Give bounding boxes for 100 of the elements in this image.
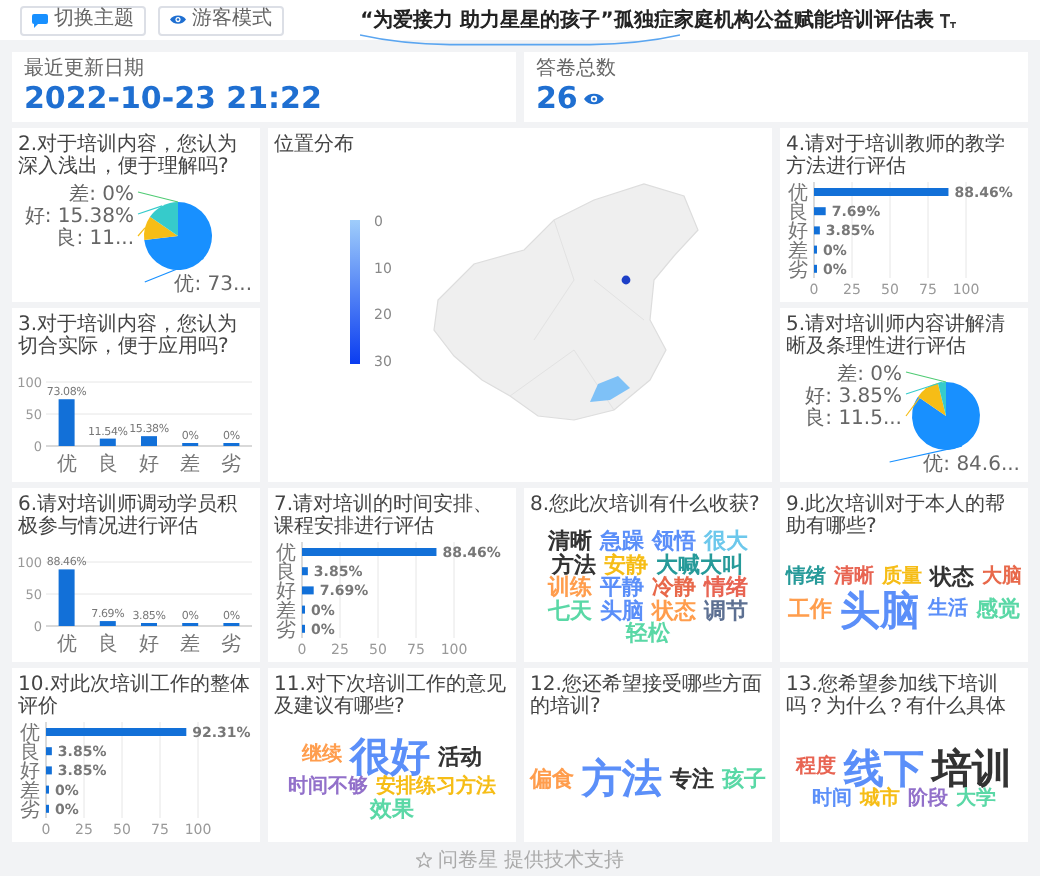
cloud-word: 大脑 xyxy=(982,567,1022,589)
cloud-word: 时间 xyxy=(812,789,852,811)
chart-title: 位置分布 xyxy=(274,134,354,156)
value-label: 良: 11... xyxy=(56,228,134,250)
cloud-word: 状态 xyxy=(930,566,974,590)
bar xyxy=(46,728,187,736)
chart-title: 5.请对培训师内容讲解清晰及条理性进行评估 xyxy=(786,314,1008,358)
axis-label: 劣 xyxy=(788,259,808,282)
cloud-word: 大学 xyxy=(956,789,996,811)
cloud-word: 训练 xyxy=(548,576,592,600)
stat-label: 最近更新日期 xyxy=(24,58,144,80)
axis-label: 劣 xyxy=(221,454,242,476)
bar xyxy=(302,586,314,595)
axis-label: 好 xyxy=(276,581,296,604)
cloud-word: 阶段 xyxy=(908,789,948,811)
axis-label: 劣 xyxy=(276,619,296,642)
bar xyxy=(46,766,52,775)
bar xyxy=(302,548,437,556)
axis-label: 劣 xyxy=(20,799,40,822)
axis-label: 好 xyxy=(20,761,40,784)
bubble-icon xyxy=(32,13,48,27)
value-label: 良: 11.5... xyxy=(805,408,902,430)
value-label: 差: 0% xyxy=(69,184,134,206)
legend-gradient-bar xyxy=(350,220,360,364)
axis-label: 良 xyxy=(97,454,118,476)
cloud-word: 很好 xyxy=(350,735,430,778)
cloud-word: 情绪 xyxy=(786,567,826,589)
cloud-word: 继续 xyxy=(302,746,342,768)
cloud-word: 头脑 xyxy=(840,589,920,632)
toolbar-button[interactable]: 切换主题 xyxy=(20,5,146,35)
stat-value: 2022-10-23 21:22 xyxy=(24,82,322,116)
cloud-word: 状态 xyxy=(652,599,696,623)
eye-icon xyxy=(583,92,604,106)
cloud-word: 调节 xyxy=(704,599,748,623)
cloud-word: 线下 xyxy=(844,747,924,790)
value-label: 好: 3.85% xyxy=(805,386,902,408)
star-icon xyxy=(415,852,432,868)
axis-line xyxy=(301,542,303,639)
bar xyxy=(58,399,75,446)
chart-title: 9.此次培训对于本人的帮助有哪些? xyxy=(786,494,1008,538)
cloud-word: 活动 xyxy=(438,745,482,769)
value-label: 优: 84.6... xyxy=(923,454,1020,476)
cloud-word: 轻松 xyxy=(626,622,670,646)
bar xyxy=(141,436,157,446)
axis-label: 优 xyxy=(20,723,40,745)
chart-title: 6.请对培训师调动学员积极参与情况进行评估 xyxy=(18,494,240,538)
axis-label: 好 xyxy=(788,221,808,244)
cloud-word: 感觉 xyxy=(976,598,1020,623)
cloud-word: 领悟 xyxy=(652,530,696,554)
cloud-word: 安静 xyxy=(604,553,648,577)
cloud-word: 效果 xyxy=(370,798,414,823)
toolbar-button[interactable]: 游客模式 xyxy=(158,5,284,35)
chart-title: 8.您此次培训有什么收获? xyxy=(530,494,760,516)
cloud-word: 生活 xyxy=(928,600,968,622)
axis-label: 优 xyxy=(56,634,77,656)
chart-title: 13.您希望参加线下培训吗？为什么？有什么具体 xyxy=(786,674,1008,718)
axis-label: 好 xyxy=(139,634,159,656)
leader-line xyxy=(137,227,146,237)
chart-title: 12.您还希望接受哪些方面的培训? xyxy=(530,674,764,718)
cloud-word: 情绪 xyxy=(704,576,748,600)
axis-label: 好 xyxy=(139,454,159,476)
value-label: 差: 0% xyxy=(837,364,902,386)
cloud-word: 方法 xyxy=(582,758,662,800)
footer-text: 问卷星 提供技术支持 xyxy=(437,849,625,871)
chart-title: 3.对于培训内容，您认为切合实际，便于应用吗? xyxy=(18,314,240,358)
axis-label: 优 xyxy=(788,183,808,205)
cloud-word: 程度 xyxy=(796,758,836,779)
cloud-word: 清晰 xyxy=(834,567,874,589)
chart-title: 11.对下次培训工作的意见及建议有哪些? xyxy=(274,674,508,718)
stat-value: 26 xyxy=(536,82,578,116)
bar xyxy=(814,188,949,196)
cloud-word: 很大 xyxy=(704,530,748,554)
chart-title: 7.请对培训的时间安排、课程安排进行评估 xyxy=(274,494,496,538)
cloud-word: 专注 xyxy=(670,767,714,791)
bar xyxy=(99,438,116,446)
chart-title: 2.对于培训内容，您认为深入浅出，便于理解吗? xyxy=(18,134,240,178)
cloud-word: 时间不够 xyxy=(288,777,368,799)
cloud-word: 孩子 xyxy=(722,767,766,791)
stat-label: 答卷总数 xyxy=(536,58,616,80)
cloud-word: 安排练习方法 xyxy=(376,777,496,798)
cloud-word: 平静 xyxy=(600,576,644,600)
cloud-word: 工作 xyxy=(788,598,832,623)
cloud-word: 头脑 xyxy=(600,599,644,623)
cloud-word: 急躁 xyxy=(600,530,644,554)
bar xyxy=(99,621,116,626)
cloud-word: 偏食 xyxy=(530,767,574,791)
axis-label: 优 xyxy=(56,454,77,476)
cloud-word: 城市 xyxy=(860,789,900,811)
axis-line xyxy=(45,722,47,819)
value-label: 优: 73... xyxy=(174,274,252,296)
chart-title: 10.对此次培训工作的整体评价 xyxy=(18,674,252,718)
text-size-icon[interactable] xyxy=(939,13,956,27)
cloud-word: 质量 xyxy=(882,567,922,589)
page-title: “为爱接力 助力星星的孩子”孤独症家庭机构公益赋能培训评估表 xyxy=(360,6,934,34)
cloud-word: 七天 xyxy=(548,599,592,623)
bar xyxy=(302,567,308,576)
axis-label: 优 xyxy=(276,543,296,565)
axis-label: 良 xyxy=(97,634,118,656)
eye-icon xyxy=(170,14,186,26)
bar xyxy=(814,207,826,216)
